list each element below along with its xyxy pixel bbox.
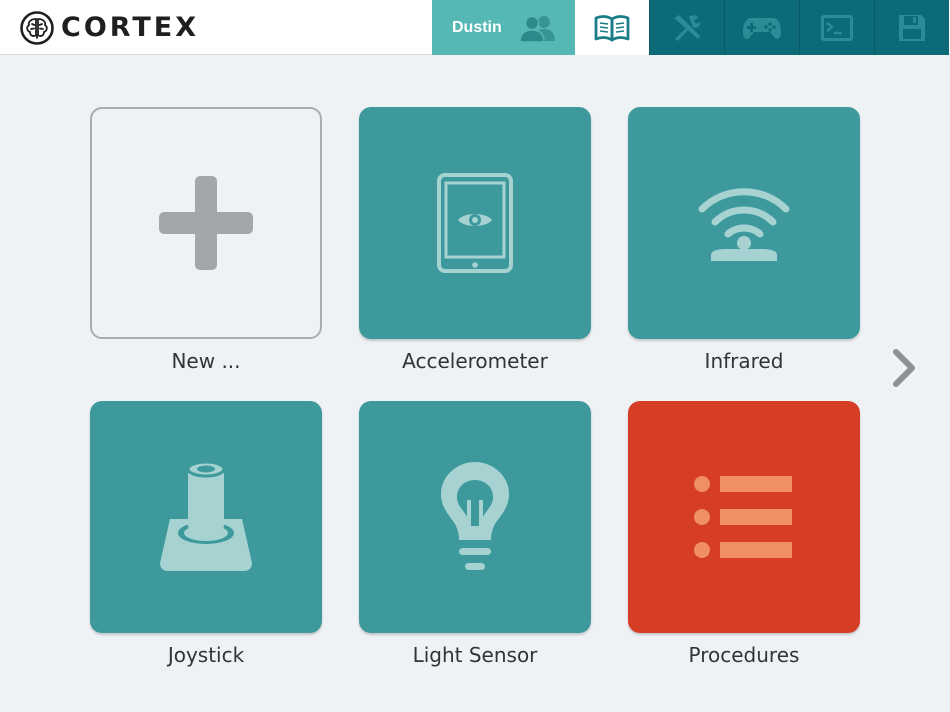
tile-label: Infrared xyxy=(704,349,784,373)
tile-new[interactable]: New ... xyxy=(90,107,322,374)
top-bar: CORTEX Dustin xyxy=(0,0,950,55)
tab-gamepad[interactable] xyxy=(724,0,799,55)
tile-label: Light Sensor xyxy=(412,643,538,667)
infrared-signal-icon xyxy=(698,188,790,261)
light-bulb-icon xyxy=(441,462,509,570)
tile-infrared[interactable]: Infrared xyxy=(628,107,860,374)
tab-save[interactable] xyxy=(874,0,949,55)
tile-light-sensor[interactable]: Light Sensor xyxy=(359,401,591,668)
tile-accelerometer-box[interactable] xyxy=(359,107,591,339)
tile-accelerometer[interactable]: Accelerometer xyxy=(359,107,591,374)
tile-label: Joystick xyxy=(167,643,245,667)
joystick-icon xyxy=(160,461,252,571)
sensor-grid: New ... Accelerometer Infrared Joystick … xyxy=(0,55,950,712)
tab-book[interactable] xyxy=(575,0,649,55)
brand-name: CORTEX xyxy=(61,12,200,43)
terminal-icon xyxy=(821,14,853,41)
tile-label: Accelerometer xyxy=(402,349,548,373)
tile-procedures[interactable]: Procedures xyxy=(628,401,860,668)
next-page-chevron-icon[interactable] xyxy=(890,348,918,388)
open-book-icon xyxy=(594,14,630,41)
save-disk-icon xyxy=(899,14,925,41)
tile-joystick[interactable]: Joystick xyxy=(90,401,322,668)
gamepad-icon xyxy=(743,17,781,39)
header-tabs: Dustin xyxy=(432,0,949,55)
tile-infrared-box[interactable] xyxy=(628,107,860,339)
user-name-label: Dustin xyxy=(452,18,502,36)
people-icon xyxy=(519,15,555,43)
tile-procedures-box[interactable] xyxy=(628,401,860,633)
brain-logo-icon xyxy=(20,11,54,45)
tile-label: Procedures xyxy=(688,643,800,667)
tile-light-sensor-box[interactable] xyxy=(359,401,591,633)
tile-joystick-box[interactable] xyxy=(90,401,322,633)
user-tab[interactable]: Dustin xyxy=(432,0,575,55)
tools-icon xyxy=(674,14,701,41)
brand: CORTEX xyxy=(20,10,199,46)
plus-icon xyxy=(159,176,253,270)
tab-terminal[interactable] xyxy=(799,0,874,55)
tablet-eye-icon xyxy=(437,173,513,273)
tab-tools[interactable] xyxy=(649,0,724,55)
tile-new-box[interactable] xyxy=(90,107,322,339)
tile-label: New ... xyxy=(171,349,241,373)
list-icon xyxy=(694,476,792,558)
